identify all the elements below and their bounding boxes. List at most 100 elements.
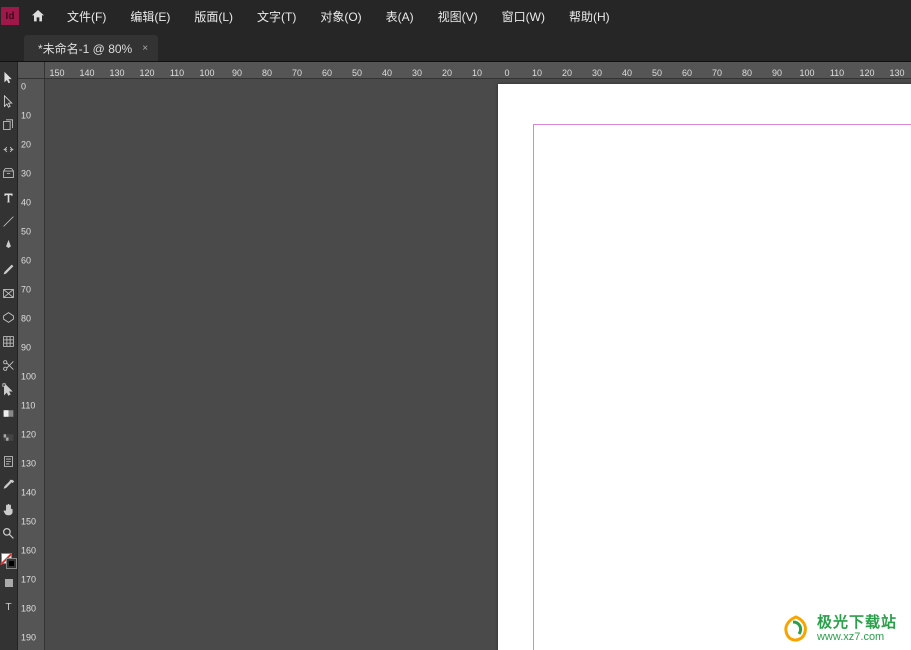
fill-stroke-control[interactable] [1, 553, 17, 571]
format-container-tool[interactable] [1, 571, 17, 595]
menu-window[interactable]: 窗口(W) [490, 0, 557, 32]
ruler-v-tick: 20 [18, 141, 44, 150]
ruler-h-tick: 140 [79, 68, 94, 78]
ruler-v-tick: 190 [18, 634, 44, 643]
ruler-h-tick: 70 [292, 68, 302, 78]
menu-layout[interactable]: 版面(L) [182, 0, 245, 32]
line-icon [2, 215, 15, 228]
ruler-h-tick: 150 [49, 68, 64, 78]
ruler-v-tick: 100 [18, 373, 44, 382]
ruler-v-tick: 120 [18, 431, 44, 440]
apply-color-icon [5, 579, 13, 587]
ruler-h-tick: 30 [412, 68, 422, 78]
free-transform-tool[interactable] [1, 377, 17, 401]
polygon-tool[interactable] [1, 329, 17, 353]
ruler-h-tick: 110 [170, 68, 184, 78]
ruler-h-tick: 50 [652, 68, 662, 78]
ruler-v-tick: 60 [18, 257, 44, 266]
vertical-ruler[interactable]: 0 10 20 30 40 50 60 70 80 90 100 110 120… [18, 79, 45, 650]
ruler-h-tick: 120 [139, 68, 154, 78]
menu-file[interactable]: 文件(F) [55, 0, 118, 32]
workspace: T 150 140 130 120 110 100 90 80 70 60 50… [0, 62, 911, 650]
ruler-h-tick: 50 [352, 68, 362, 78]
ruler-h-tick: 110 [830, 68, 844, 78]
scissors-tool[interactable] [1, 353, 17, 377]
gradient-feather-tool[interactable] [1, 425, 17, 449]
tool-divider [1, 545, 17, 551]
ruler-h-tick: 60 [322, 68, 332, 78]
line-tool[interactable] [1, 209, 17, 233]
menu-type[interactable]: 文字(T) [245, 0, 308, 32]
gap-icon [2, 143, 15, 156]
tools-panel: T [0, 62, 18, 650]
menu-help[interactable]: 帮助(H) [557, 0, 622, 32]
grid-icon [2, 335, 15, 348]
ruler-v-tick: 170 [18, 576, 44, 585]
page-icon [2, 119, 15, 132]
watermark-url: www.xz7.com [817, 631, 897, 643]
ruler-v-tick: 130 [18, 460, 44, 469]
format-text-tool[interactable]: T [1, 595, 17, 619]
document-page[interactable] [498, 84, 911, 650]
pencil-tool[interactable] [1, 257, 17, 281]
horizontal-ruler[interactable]: 150 140 130 120 110 100 90 80 70 60 50 4… [45, 62, 911, 79]
gap-tool[interactable] [1, 137, 17, 161]
ruler-h-tick: 70 [712, 68, 722, 78]
content-collector-tool[interactable] [1, 161, 17, 185]
watermark-title: 极光下载站 [817, 615, 897, 632]
stroke-swatch[interactable] [6, 558, 17, 569]
ruler-h-tick: 40 [382, 68, 392, 78]
selection-tool[interactable] [1, 65, 17, 89]
rectangle-icon [2, 311, 15, 324]
ruler-h-tick: 130 [109, 68, 124, 78]
ruler-h-tick: 80 [742, 68, 752, 78]
scissors-icon [2, 359, 15, 372]
pencil-icon [2, 263, 15, 276]
ruler-h-tick: 80 [262, 68, 272, 78]
free-transform-icon [2, 383, 15, 396]
gradient-swatch-tool[interactable] [1, 401, 17, 425]
hand-tool[interactable] [1, 497, 17, 521]
document-tab[interactable]: *未命名-1 @ 80% × [24, 35, 158, 61]
content-collector-icon [2, 167, 15, 180]
ruler-h-tick: 90 [232, 68, 242, 78]
ruler-v-tick: 0 [18, 83, 44, 92]
type-tool[interactable] [1, 185, 17, 209]
selection-icon [2, 71, 15, 84]
ruler-h-tick: 10 [472, 68, 482, 78]
ruler-h-tick: 60 [682, 68, 692, 78]
menu-edit[interactable]: 编辑(E) [118, 0, 182, 32]
canvas-area: 150 140 130 120 110 100 90 80 70 60 50 4… [18, 62, 911, 650]
ruler-h-tick: 130 [889, 68, 904, 78]
eyedropper-tool[interactable] [1, 473, 17, 497]
menu-object[interactable]: 对象(O) [308, 0, 373, 32]
hand-icon [2, 503, 15, 516]
ruler-v-tick: 40 [18, 199, 44, 208]
page-tool[interactable] [1, 113, 17, 137]
canvas-viewport[interactable] [45, 79, 911, 650]
ruler-v-tick: 180 [18, 605, 44, 614]
zoom-tool[interactable] [1, 521, 17, 545]
ruler-h-tick: 30 [592, 68, 602, 78]
note-tool[interactable] [1, 449, 17, 473]
ruler-h-tick: 0 [504, 68, 509, 78]
ruler-h-tick: 20 [442, 68, 452, 78]
zoom-icon [2, 527, 15, 540]
menu-table[interactable]: 表(A) [374, 0, 426, 32]
eyedropper-icon [2, 479, 15, 492]
ruler-h-tick: 120 [859, 68, 874, 78]
home-button[interactable] [21, 0, 55, 32]
rectangle-frame-tool[interactable] [1, 281, 17, 305]
ruler-v-tick: 70 [18, 286, 44, 295]
ruler-origin[interactable] [18, 62, 45, 79]
ruler-h-tick: 20 [562, 68, 572, 78]
ruler-v-tick: 50 [18, 228, 44, 237]
ruler-v-tick: 10 [18, 112, 44, 121]
page-margin-guide [533, 124, 911, 650]
menu-view[interactable]: 视图(V) [426, 0, 490, 32]
pen-tool[interactable] [1, 233, 17, 257]
home-icon [30, 8, 46, 24]
direct-selection-tool[interactable] [1, 89, 17, 113]
tab-close-icon[interactable]: × [142, 43, 148, 54]
rectangle-tool[interactable] [1, 305, 17, 329]
